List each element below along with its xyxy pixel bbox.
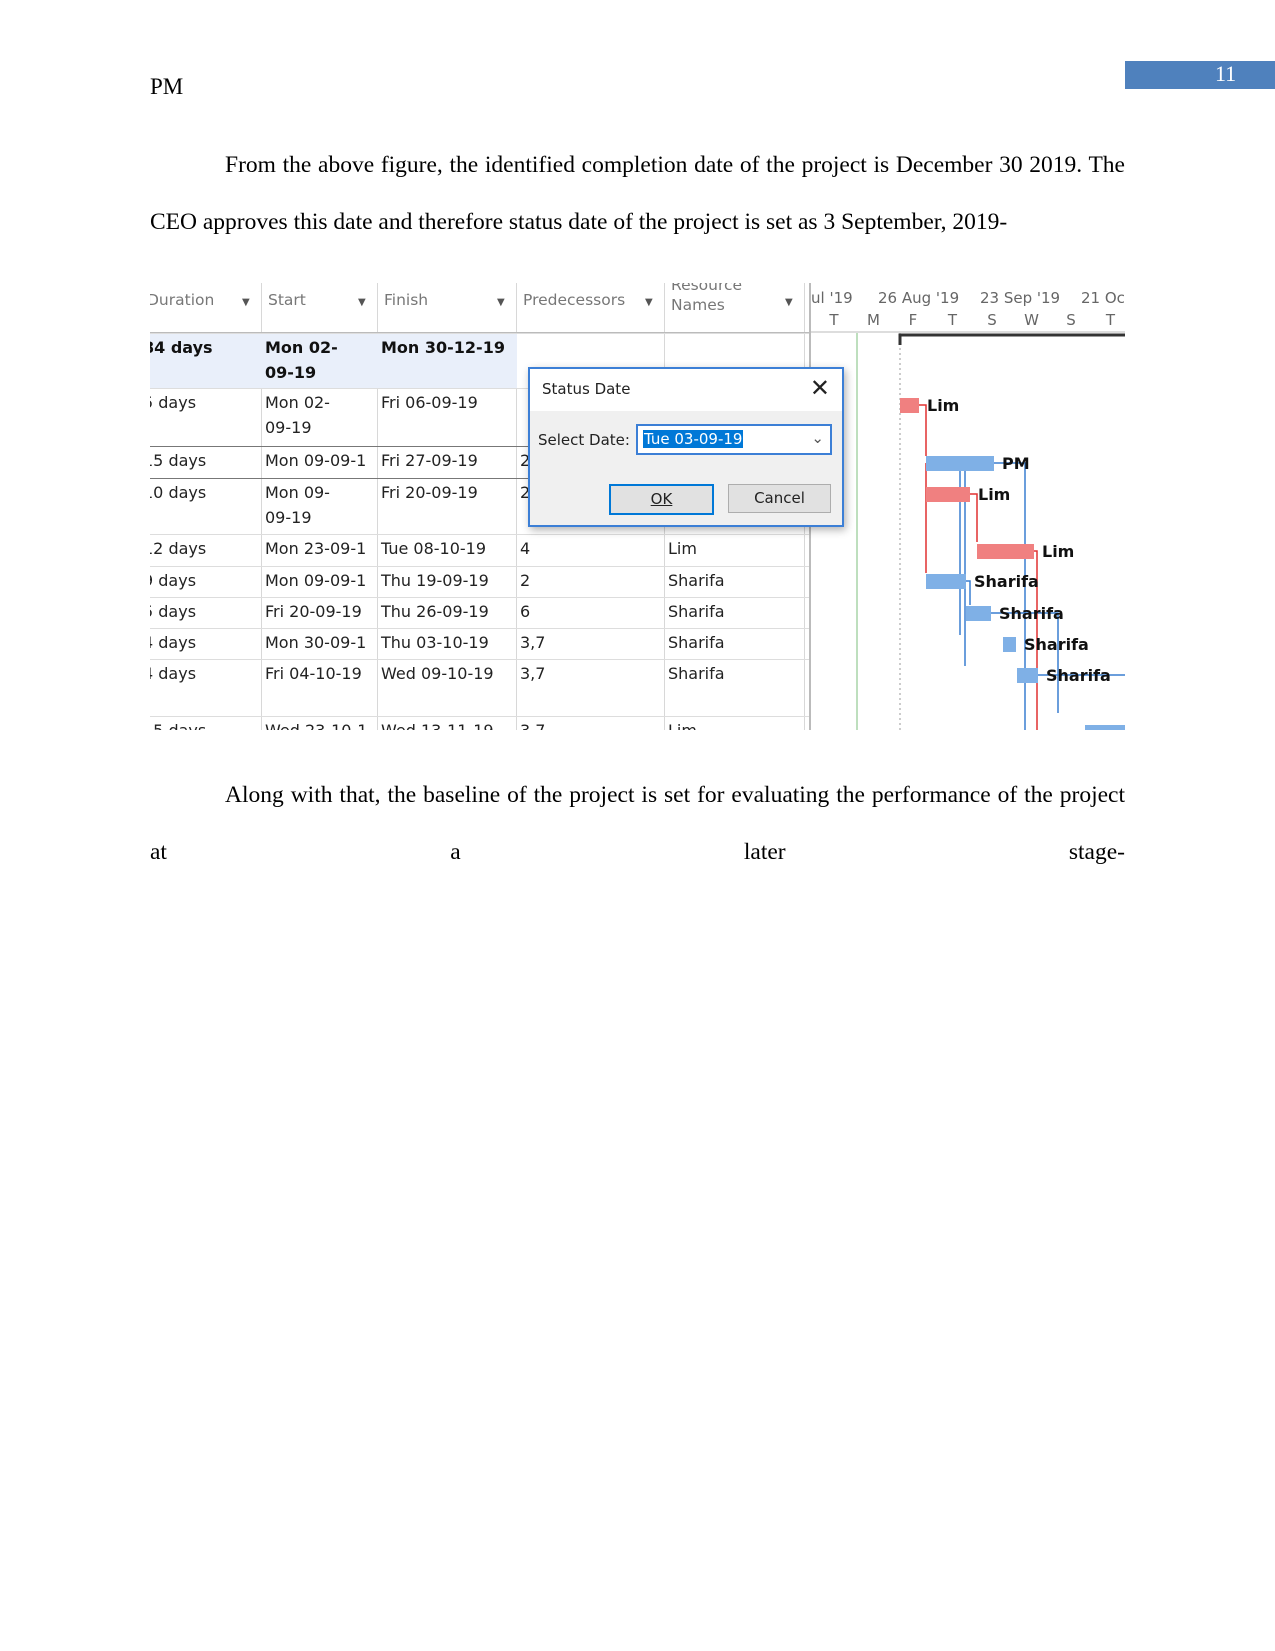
task-bar <box>926 456 994 471</box>
timescale-top-label: 21 Oc <box>1081 289 1125 307</box>
bar-label: Sharifa <box>999 604 1064 623</box>
select-date-label: Select Date: <box>538 431 630 449</box>
timescale-bottom-label: S <box>987 311 997 329</box>
bar-label: Lim <box>927 396 959 415</box>
date-value: Tue 03-09-19 <box>643 430 744 448</box>
task-bar <box>977 544 1034 559</box>
task-bar <box>900 398 919 413</box>
timescale-top-label: ul '19 <box>811 289 853 307</box>
cancel-button[interactable]: Cancel <box>728 484 831 513</box>
chevron-down-icon: ⌄ <box>811 429 824 447</box>
timescale-top-label: 23 Sep '19 <box>980 289 1060 307</box>
timescale-bottom-label: T <box>947 311 958 329</box>
timescale-bottom-label: F <box>909 311 918 329</box>
bar-label: Lim <box>978 485 1010 504</box>
page-number-box: 11 <box>1125 61 1275 89</box>
close-icon[interactable]: ✕ <box>810 374 830 402</box>
bar-label: Sharifa <box>1046 666 1111 685</box>
select-date-dropdown[interactable]: Tue 03-09-19 ⌄ <box>636 424 832 455</box>
timescale-top-label: 26 Aug '19 <box>878 289 959 307</box>
task-bar <box>926 574 966 589</box>
bar-label: Lim <box>1042 542 1074 561</box>
page-number: 11 <box>1215 61 1237 86</box>
timescale-bottom-label: W <box>1024 311 1039 329</box>
task-bar <box>1085 725 1125 730</box>
running-head: PM <box>150 74 184 99</box>
task-bar <box>926 487 970 502</box>
bar-label: Sharifa <box>974 572 1039 591</box>
timescale-bottom-label: M <box>867 311 880 329</box>
task-bar <box>966 606 991 621</box>
paragraph-1: From the above figure, the identified co… <box>150 152 1125 235</box>
task-bar <box>1003 637 1016 652</box>
document-page: PM 11 From the above figure, the identif… <box>0 0 1275 1651</box>
project-gantt-screenshot: Duration ▼ Start ▼ Finish ▼ Predecessors ▼ Resou… <box>150 283 1125 730</box>
paragraph-2: Along with that, the baseline of the pro… <box>150 782 1125 865</box>
task-bar <box>1017 668 1038 683</box>
status-date-dialog: Status Date ✕ Select Date: Tue 03-09-19 … <box>528 367 844 527</box>
timescale-bottom-label: S <box>1066 311 1076 329</box>
dialog-title: Status Date <box>542 380 631 398</box>
bar-label: PM <box>1002 454 1030 473</box>
ok-button[interactable]: OK <box>609 484 714 515</box>
timescale-bottom-label: T <box>1105 311 1116 329</box>
bar-label: Sharifa <box>1024 635 1089 654</box>
timescale-bottom-label: T <box>828 311 839 329</box>
